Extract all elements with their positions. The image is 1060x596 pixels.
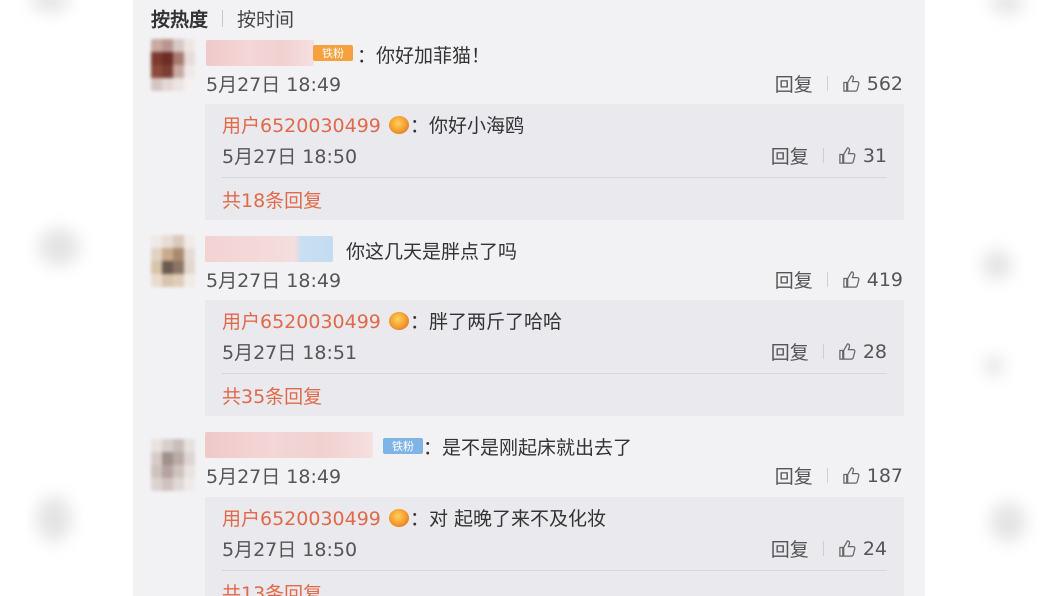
like-count: 31 (862, 144, 887, 167)
reply-button[interactable]: 回复 (771, 535, 809, 562)
username-blurred[interactable] (205, 432, 373, 458)
reply-text: ：胖了两斤了哈哈 (410, 311, 563, 333)
comment-text: 你这几天是胖点了吗 (346, 241, 518, 263)
comment-time: 5月27日 18:49 (206, 74, 342, 96)
background-blur-dot (30, 0, 70, 12)
reply-button[interactable]: 回复 (775, 462, 813, 489)
reply-username[interactable]: 用户6520030499 (222, 307, 381, 334)
thumbs-up-icon[interactable] (838, 146, 857, 165)
avatar[interactable] (151, 439, 195, 491)
action-divider (826, 468, 828, 483)
avatar[interactable] (151, 235, 195, 287)
reply-button[interactable]: 回复 (771, 338, 809, 365)
thumbs-up-icon[interactable] (842, 466, 861, 485)
more-replies-link[interactable]: 共13条回复 (222, 579, 322, 596)
comment-time: 5月27日 18:49 (206, 466, 342, 488)
reply-actions: 回复 24 (771, 535, 887, 562)
avatar[interactable] (151, 39, 195, 91)
action-divider (826, 76, 828, 91)
sort-bar: 按热度 按时间 (151, 5, 294, 32)
comment-actions: 回复 562 (775, 70, 903, 97)
reply-box: 用户6520030499 ：对 起晚了来不及化妆 5月27日 18:50 回复 … (205, 497, 904, 596)
comment-item: 铁粉 ：你好加菲猫！ 5月27日 18:49 回复 562 用户65200304… (133, 36, 925, 220)
reply-button[interactable]: 回复 (775, 266, 813, 293)
background-blur-dot (982, 250, 1012, 280)
reply-text: ：对 起晚了来不及化妆 (410, 508, 607, 530)
vip-crown-icon (389, 509, 409, 527)
like-count: 24 (862, 537, 887, 560)
background-blur-dot (990, 0, 1024, 14)
reply-time: 5月27日 18:50 (222, 539, 358, 561)
vip-crown-icon (389, 312, 409, 330)
reply-divider (222, 177, 887, 178)
reply-text: ：你好小海鸥 (410, 115, 525, 137)
thumbs-up-icon[interactable] (842, 270, 861, 289)
action-divider (822, 541, 824, 556)
comment-time: 5月27日 18:49 (206, 270, 342, 292)
like-count: 28 (862, 340, 887, 363)
comment-actions: 回复 187 (775, 462, 903, 489)
reply-actions: 回复 31 (771, 142, 887, 169)
fan-badge: 铁粉 (313, 45, 353, 61)
comment-actions: 回复 419 (775, 266, 903, 293)
reply-username[interactable]: 用户6520030499 (222, 504, 381, 531)
comment-text: ：你好加菲猫！ (357, 45, 491, 67)
action-divider (822, 148, 824, 163)
comment-item: 铁粉 ：是不是刚起床就出去了 5月27日 18:49 回复 187 用户6520… (133, 429, 925, 596)
reply-divider (222, 570, 887, 571)
thumbs-up-icon[interactable] (838, 342, 857, 361)
like-count: 187 (866, 464, 903, 487)
background-blur-dot (38, 228, 80, 266)
fan-badge: 铁粉 (383, 438, 423, 454)
sort-divider (222, 9, 224, 27)
action-divider (826, 272, 828, 287)
action-divider (822, 344, 824, 359)
reply-time: 5月27日 18:50 (222, 146, 358, 168)
reply-time: 5月27日 18:51 (222, 342, 358, 364)
background-blur-dot (36, 496, 72, 542)
comment-text: ：是不是刚起床就出去了 (423, 437, 633, 459)
comment-item: 你这几天是胖点了吗 5月27日 18:49 回复 419 用户652003049… (133, 232, 925, 416)
sort-by-time-tab[interactable]: 按时间 (237, 5, 294, 32)
reply-button[interactable]: 回复 (775, 70, 813, 97)
reply-actions: 回复 28 (771, 338, 887, 365)
reply-divider (222, 373, 887, 374)
sort-by-hot-tab[interactable]: 按热度 (151, 5, 208, 32)
username-blurred[interactable] (206, 40, 314, 66)
more-replies-link[interactable]: 共35条回复 (222, 382, 322, 409)
username-blurred[interactable] (205, 236, 333, 262)
background-blur-dot (984, 356, 1004, 376)
reply-username[interactable]: 用户6520030499 (222, 111, 381, 138)
reply-box: 用户6520030499 ：你好小海鸥 5月27日 18:50 回复 31 共1… (205, 104, 904, 220)
like-count: 562 (866, 72, 903, 95)
thumbs-up-icon[interactable] (842, 74, 861, 93)
vip-crown-icon (389, 116, 409, 134)
like-count: 419 (866, 268, 903, 291)
background-blur-dot (990, 502, 1026, 542)
thumbs-up-icon[interactable] (838, 539, 857, 558)
comments-panel: 按热度 按时间 铁粉 ：你好加菲猫！ 5月27日 18:49 回复 562 用户… (133, 0, 925, 596)
reply-box: 用户6520030499 ：胖了两斤了哈哈 5月27日 18:51 回复 28 … (205, 300, 904, 416)
more-replies-link[interactable]: 共18条回复 (222, 186, 322, 213)
reply-button[interactable]: 回复 (771, 142, 809, 169)
